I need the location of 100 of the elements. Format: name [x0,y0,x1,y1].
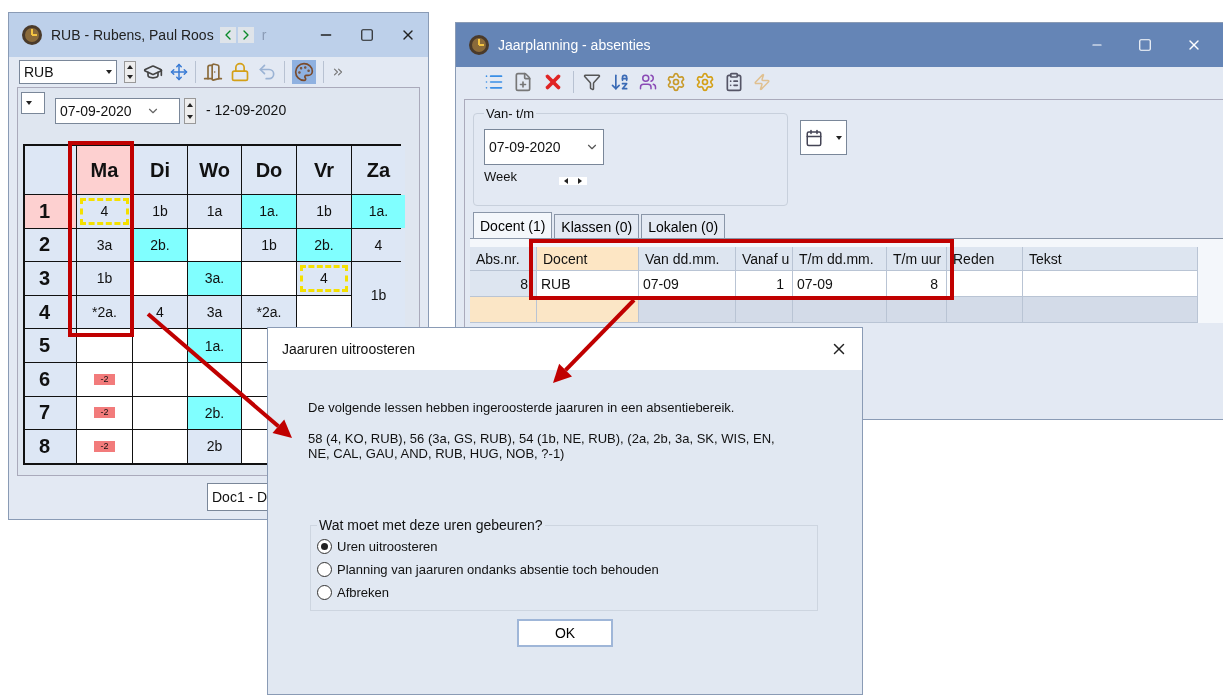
tab[interactable]: Lokalen (0) [641,214,726,238]
lesson-cell[interactable]: 1a [188,195,241,228]
radio-icon[interactable] [317,562,332,577]
date-field[interactable]: 07-09-2020 [55,98,180,124]
radio-option[interactable]: Afbreken [317,585,811,600]
cancelled-badge: -2 [94,407,115,419]
column-header[interactable]: Van dd.mm. [639,247,736,271]
spin-button[interactable] [124,61,136,83]
lesson-cell[interactable]: 4 [133,295,187,329]
day-header[interactable]: Di [133,146,187,194]
lesson-cell[interactable]: 3a. [188,262,241,295]
table-cell: RUB [537,271,639,297]
radio-option[interactable]: Planning van jaaruren ondanks absentie toch behouden [317,562,811,577]
previous-icon[interactable] [219,27,236,43]
cancelled-badge: -2 [94,373,115,385]
lesson-cell[interactable]: 4 [77,195,132,228]
date-field[interactable]: 07-09-2020 [484,129,604,165]
clipboard-icon[interactable] [724,72,744,92]
lesson-cell[interactable]: 3a [77,228,132,262]
radio-icon[interactable] [317,539,332,554]
teacher-combobox[interactable]: RUB [19,60,117,84]
clock-icon [468,34,490,56]
window-title: RUB - Rubens, Paul Roos [51,27,214,43]
column-header[interactable]: T/m uur [887,247,947,271]
lesson-cell[interactable]: 1b [242,228,296,262]
tab[interactable]: Klassen (0) [554,214,640,238]
overflow-icon[interactable] [331,65,345,79]
day-header[interactable]: Do [242,146,296,194]
cancelled-badge: -2 [94,440,115,452]
window-title: Jaarplanning - absenties [498,37,651,53]
next-week-icon[interactable] [578,178,582,184]
day-header[interactable]: Vr [297,146,351,194]
column-header[interactable]: Docent [537,247,639,271]
column-header[interactable]: Tekst [1023,247,1198,271]
day-header[interactable]: Wo [188,146,241,194]
calendar-icon [805,128,823,147]
dialog-title: Jaaruren uitroosteren [282,341,416,357]
column-header[interactable]: Reden [947,247,1023,271]
maximize-icon[interactable] [360,28,374,42]
period-header[interactable]: 7 [25,396,76,430]
table-cell: 8 [470,271,537,297]
period-header[interactable]: 4 [25,295,76,329]
period-header[interactable]: 6 [25,362,76,396]
table-cell: 8 [887,271,947,297]
question-label: Wat moet met deze uren gebeuren? [318,517,544,533]
column-header[interactable]: T/m dd.mm. [793,247,887,271]
door-icon[interactable] [203,62,223,82]
day-header[interactable]: Za [352,146,405,194]
period-header[interactable]: 3 [25,262,76,295]
lesson-cell[interactable]: 1a. [242,195,296,228]
week-label: Week [484,168,517,184]
date-range-end: - 12-09-2020 [206,102,287,118]
option-label: Planning van jaaruren ondanks absentie toch behouden [337,562,659,577]
lesson-cell[interactable]: 1b [77,262,132,295]
lesson-cell[interactable]: *2a. [242,295,296,329]
list-icon[interactable] [484,72,504,92]
lesson-cell[interactable]: 2b. [133,228,187,262]
tab[interactable]: Docent (1) [473,212,553,238]
period-header[interactable]: 8 [25,430,76,463]
ok-button[interactable]: OK [517,619,613,647]
dialog-message: De volgende lessen hebben ingeroosterde jaaruren in een absentiebereik. [308,400,736,415]
day-header[interactable]: Ma [77,146,132,194]
new-row-cell[interactable] [947,297,1023,323]
lesson-cell[interactable]: 1a. [188,329,241,362]
radio-option[interactable]: Uren uitroosteren [317,539,811,554]
lesson-cell[interactable]: 1a. [352,195,405,228]
period-header[interactable]: 5 [25,329,76,362]
group-label: Van- t/m [485,106,536,121]
users-icon[interactable] [639,73,657,91]
lesson-cell[interactable]: 2b. [188,396,241,430]
calendar-button[interactable] [800,120,847,155]
filter-icon[interactable] [583,73,601,91]
column-header[interactable]: Vanaf u [736,247,793,271]
lesson-cell[interactable]: 3a [188,295,241,329]
lesson-cell[interactable]: 2b [188,430,241,463]
lesson-cell[interactable]: 1b [133,195,187,228]
palette-button[interactable] [292,60,316,84]
previous-week-icon[interactable] [564,178,568,184]
radio-icon[interactable] [317,585,332,600]
lesson-cell[interactable]: 1b [352,262,405,329]
lesson-cell[interactable]: 4 [352,228,405,262]
column-header[interactable]: Abs.nr. [470,247,537,271]
next-icon[interactable] [237,27,254,43]
lessons-list: 58 (4, KO, RUB), 56 (3a, GS, RUB), 54 (1b, NE, RUB), (2a, 2b, 3a, SK, WIS, EN, NE, CAL, GAU, AND, RUB, HUG, NOB, ?-1) [308,431,778,461]
move-icon[interactable] [170,63,188,81]
date-spin-button[interactable] [184,98,196,124]
sort-icon[interactable] [610,72,630,92]
option-label: Afbreken [337,585,390,600]
lesson-cell[interactable]: *2a. [77,295,132,329]
lesson-cell[interactable]: 4 [297,262,351,295]
new-row-cell[interactable] [1023,297,1198,323]
lesson-cell[interactable]: 1b [297,195,351,228]
period-header[interactable]: 1 [25,195,76,228]
lesson-cell[interactable]: 2b. [297,228,351,262]
option-label: Uren uitroosteren [337,539,438,554]
graduation-cap-icon[interactable] [143,62,163,82]
period-header[interactable]: 2 [25,228,76,262]
new-row-cell[interactable] [470,297,537,323]
options-dropdown[interactable] [21,92,45,114]
new-file-icon[interactable] [513,72,533,92]
